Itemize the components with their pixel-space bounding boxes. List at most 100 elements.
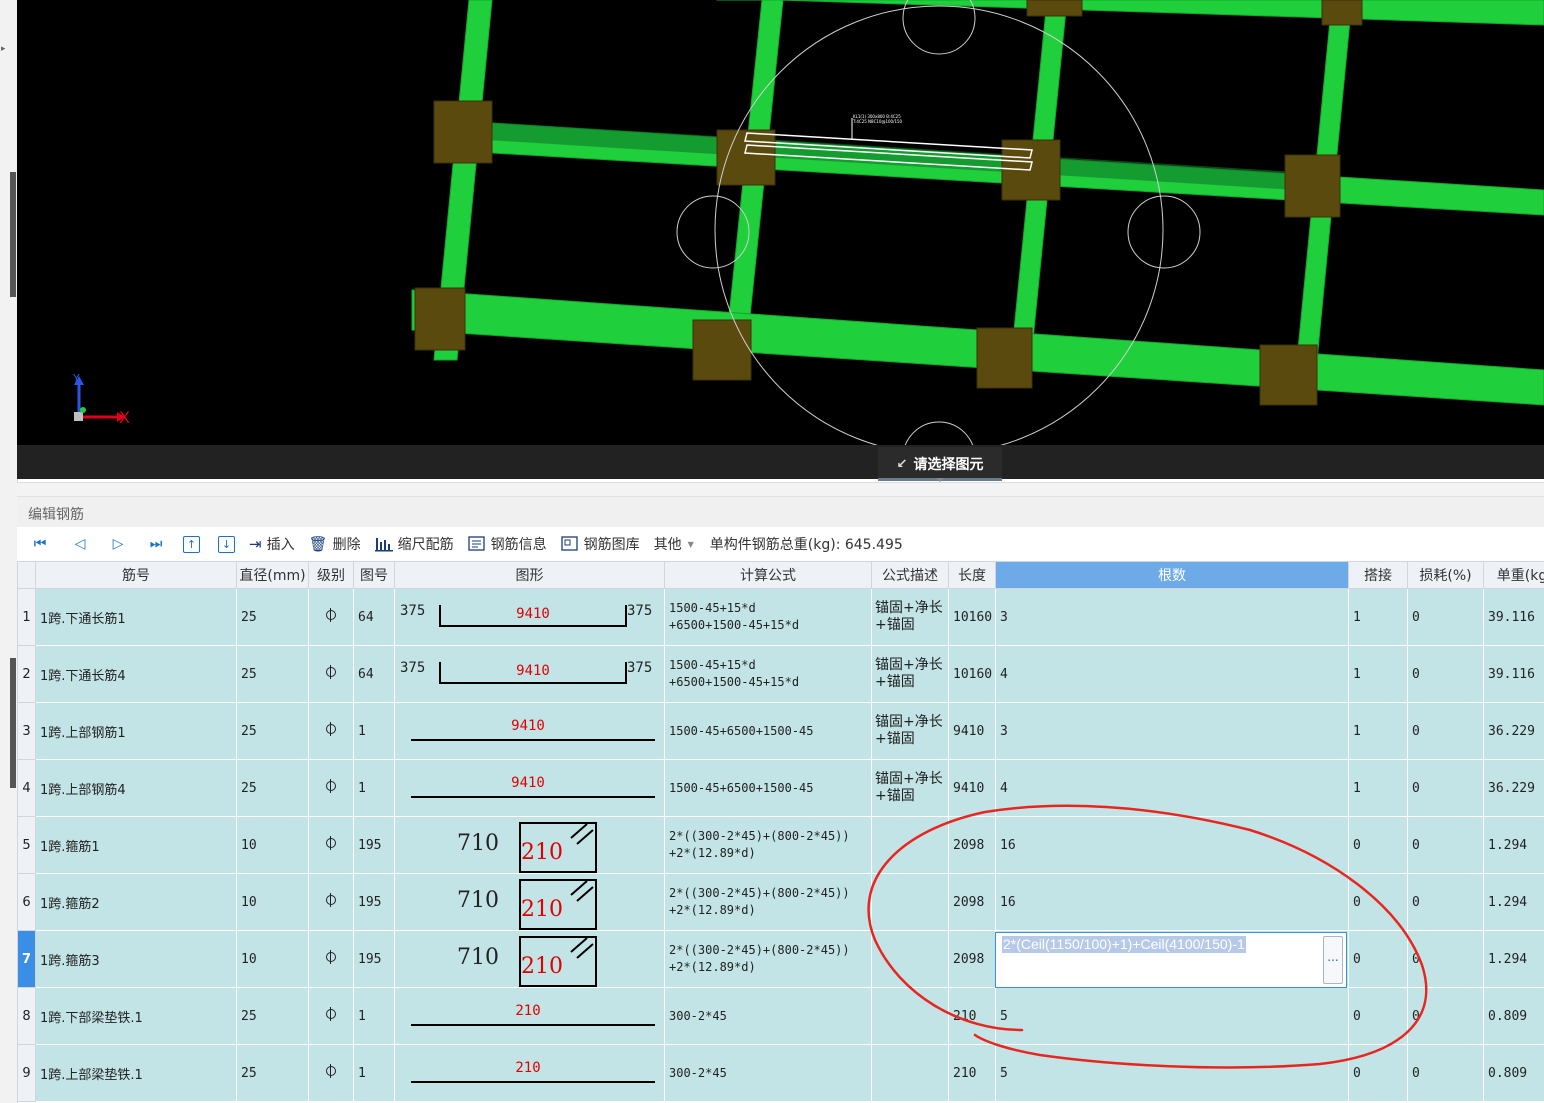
shape-cell[interactable]: 710 210 [394, 816, 665, 874]
diameter-cell[interactable]: 25 [236, 987, 309, 1045]
header-count[interactable]: 根数 [995, 561, 1349, 589]
lap-cell[interactable]: 0 [1348, 987, 1408, 1045]
table-row[interactable]: 8 1跨.下部梁垫铁.1 25 1 210 300-2*45 210 5 0 0 0.809 [17, 987, 1544, 1045]
header-unit-weight[interactable]: 单重(kg [1483, 561, 1544, 589]
delete-button[interactable]: 🗑 删除 [309, 534, 361, 554]
lap-cell[interactable]: 0 [1348, 1044, 1408, 1102]
formula-more-button[interactable]: ... [1323, 936, 1343, 984]
diameter-cell[interactable]: 25 [236, 759, 309, 817]
formula-cell[interactable]: 300-2*45 [664, 1044, 872, 1102]
unit-weight-cell[interactable]: 36.229 [1483, 759, 1544, 817]
length-cell[interactable]: 2098 [948, 930, 996, 988]
diameter-cell[interactable]: 25 [236, 702, 309, 760]
shape-cell[interactable]: 375 9410 375 [394, 588, 665, 646]
shape-cell[interactable]: 210 [394, 1044, 665, 1102]
loss-cell[interactable]: 0 [1407, 1044, 1484, 1102]
rebar-name-cell[interactable]: 1跨.上部钢筋1 [35, 702, 237, 760]
lap-cell[interactable]: 0 [1348, 873, 1408, 931]
length-cell[interactable]: 10160 [948, 588, 996, 646]
shape-cell[interactable]: 710 210 [394, 873, 665, 931]
count-cell[interactable]: 5 [995, 1044, 1349, 1102]
formula-cell[interactable]: 1500-45+6500+1500-45 [664, 759, 872, 817]
table-row[interactable]: 6 1跨.箍筋2 10 195 710 210 2*((300-2*45)+(800-2*4… [17, 873, 1544, 931]
length-cell[interactable]: 10160 [948, 645, 996, 703]
shape-no-cell[interactable]: 1 [353, 759, 395, 817]
formula-desc-cell[interactable] [871, 987, 949, 1045]
formula-cell[interactable]: 1500-45+6500+1500-45 [664, 702, 872, 760]
scale-rebar-button[interactable]: 缩尺配筋 [374, 534, 454, 554]
row-number[interactable]: 3 [17, 702, 36, 760]
header-diameter[interactable]: 直径(mm) [236, 561, 309, 589]
header-name[interactable]: 筋号 [35, 561, 237, 589]
prev-record-icon[interactable]: ◁ [70, 534, 90, 554]
formula-desc-cell[interactable] [871, 816, 949, 874]
count-editor-input[interactable]: 2*(Ceil(1150/100)+1)+Ceil(4100/150)-1 [1002, 936, 1246, 953]
insert-button[interactable]: ⇥ 插入 [249, 534, 295, 554]
diameter-cell[interactable]: 10 [236, 930, 309, 988]
header-loss[interactable]: 损耗(%) [1407, 561, 1484, 589]
table-row[interactable]: 4 1跨.上部钢筋4 25 1 9410 1500-45+6500+1500-45 锚固+净… [17, 759, 1544, 817]
lap-cell[interactable]: 1 [1348, 759, 1408, 817]
table-row[interactable]: 2 1跨.下通长筋4 25 64 375 9410 375 1500-45+15*d +6500… [17, 645, 1544, 703]
row-number[interactable]: 2 [17, 645, 36, 703]
length-cell[interactable]: 2098 [948, 816, 996, 874]
count-cell[interactable]: 5 [995, 987, 1349, 1045]
grade-cell[interactable] [308, 759, 354, 817]
row-number[interactable]: 9 [17, 1044, 36, 1102]
formula-desc-cell[interactable]: 锚固+净长 +锚固 [871, 759, 949, 817]
formula-cell[interactable]: 1500-45+15*d +6500+1500-45+15*d [664, 645, 872, 703]
header-length[interactable]: 长度 [948, 561, 996, 589]
formula-cell[interactable]: 300-2*45 [664, 987, 872, 1045]
formula-desc-cell[interactable] [871, 930, 949, 988]
count-cell[interactable]: 4 [995, 759, 1349, 817]
length-cell[interactable]: 9410 [948, 759, 996, 817]
table-row[interactable]: 9 1跨.上部梁垫铁.1 25 1 210 300-2*45 210 5 0 0 0.809 [17, 1044, 1544, 1102]
header-shape[interactable]: 图形 [394, 561, 665, 589]
formula-desc-cell[interactable] [871, 873, 949, 931]
formula-desc-cell[interactable]: 锚固+净长 +锚固 [871, 645, 949, 703]
header-shape-no[interactable]: 图号 [353, 561, 395, 589]
grade-cell[interactable] [308, 645, 354, 703]
shape-no-cell[interactable]: 195 [353, 873, 395, 931]
grade-cell[interactable] [308, 1044, 354, 1102]
panel-splitter[interactable] [17, 482, 1544, 497]
formula-cell[interactable]: 1500-45+15*d +6500+1500-45+15*d [664, 588, 872, 646]
shape-cell[interactable]: 210 [394, 987, 665, 1045]
loss-cell[interactable]: 0 [1407, 930, 1484, 988]
rebar-name-cell[interactable]: 1跨.上部梁垫铁.1 [35, 1044, 237, 1102]
rebar-name-cell[interactable]: 1跨.下通长筋4 [35, 645, 237, 703]
move-down-icon[interactable]: ↓ [218, 535, 235, 553]
length-cell[interactable]: 2098 [948, 873, 996, 931]
count-cell[interactable]: 16 [995, 816, 1349, 874]
unit-weight-cell[interactable]: 0.809 [1483, 1044, 1544, 1102]
row-number[interactable]: 5 [17, 816, 36, 874]
diameter-cell[interactable]: 25 [236, 645, 309, 703]
last-record-icon[interactable]: ⏭ [146, 534, 166, 554]
count-cell[interactable]: 3 [995, 588, 1349, 646]
diameter-cell[interactable]: 25 [236, 588, 309, 646]
rebar-name-cell[interactable]: 1跨.下部梁垫铁.1 [35, 987, 237, 1045]
loss-cell[interactable]: 0 [1407, 588, 1484, 646]
next-record-icon[interactable]: ▷ [108, 534, 128, 554]
diameter-cell[interactable]: 25 [236, 1044, 309, 1102]
formula-cell[interactable]: 2*((300-2*45)+(800-2*45)) +2*(12.89*d) [664, 873, 872, 931]
formula-desc-cell[interactable] [871, 1044, 949, 1102]
row-number[interactable]: 6 [17, 873, 36, 931]
table-row[interactable]: 5 1跨.箍筋1 10 195 710 210 2*((300-2*45)+(800-2*4… [17, 816, 1544, 874]
rebar-name-cell[interactable]: 1跨.箍筋1 [35, 816, 237, 874]
unit-weight-cell[interactable]: 36.229 [1483, 702, 1544, 760]
grade-cell[interactable] [308, 930, 354, 988]
grade-cell[interactable] [308, 987, 354, 1045]
first-record-icon[interactable]: ⏮ [30, 534, 50, 554]
header-formula[interactable]: 计算公式 [664, 561, 872, 589]
count-cell[interactable]: 3 [995, 702, 1349, 760]
header-lap[interactable]: 搭接 [1348, 561, 1408, 589]
unit-weight-cell[interactable]: 1.294 [1483, 873, 1544, 931]
count-cell[interactable]: 16 [995, 873, 1349, 931]
rebar-name-cell[interactable]: 1跨.箍筋3 [35, 930, 237, 988]
shape-no-cell[interactable]: 1 [353, 702, 395, 760]
shape-no-cell[interactable]: 195 [353, 930, 395, 988]
diameter-cell[interactable]: 10 [236, 873, 309, 931]
shape-no-cell[interactable]: 64 [353, 645, 395, 703]
row-number[interactable]: 4 [17, 759, 36, 817]
